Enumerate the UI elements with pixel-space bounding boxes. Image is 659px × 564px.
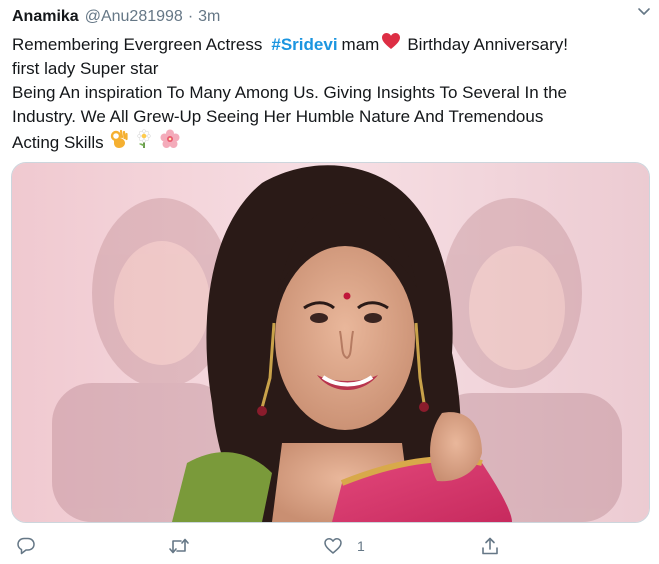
tweet-text: Remembering Evergreen Actress #Sridevi m… [12, 32, 642, 156]
like-count: 1 [357, 538, 365, 554]
text-line1-prefix: Remembering Evergreen Actress [12, 34, 263, 54]
tweet-photo[interactable] [11, 162, 650, 523]
daisy-emoji-icon [134, 129, 154, 156]
text-line-3: Being An inspiration To Many Among Us. G… [12, 83, 568, 102]
red-heart-emoji-icon [381, 32, 401, 57]
separator-dot: · [187, 8, 194, 25]
chevron-down-icon[interactable] [635, 2, 653, 20]
text-line-4: Industry. We All Grew-Up Seeing Her Humb… [12, 107, 544, 126]
like-button[interactable]: 1 [323, 534, 365, 558]
tweet-header: Anamika @Anu281998 · 3m [12, 6, 647, 28]
retweet-button[interactable] [168, 534, 190, 558]
tweet-actions: 1 [0, 532, 659, 562]
text-line-1: Remembering Evergreen Actress #Sridevi m… [12, 32, 642, 57]
author-name[interactable]: Anamika [12, 8, 79, 26]
cherry-blossom-emoji-icon [160, 129, 180, 156]
reply-button[interactable] [16, 534, 36, 558]
heart-icon [323, 536, 343, 556]
comment-icon [16, 536, 36, 556]
text-line5: Acting Skills [12, 132, 104, 152]
timestamp[interactable]: 3m [198, 8, 220, 26]
ok-hand-emoji-icon [110, 129, 128, 156]
retweet-icon [168, 536, 190, 556]
hashtag-link[interactable]: #Sridevi [271, 33, 337, 57]
portrait-image [12, 163, 649, 522]
text-line-2: first lady Super star [12, 59, 159, 78]
tweet[interactable]: Anamika @Anu281998 · 3m Remembering Ever… [0, 0, 659, 564]
share-button[interactable] [480, 534, 500, 558]
author-handle[interactable]: @Anu281998 [85, 8, 183, 26]
text-line-5: Acting Skills [12, 129, 642, 156]
share-icon [480, 536, 500, 556]
text-line1-suffix: Birthday Anniversary! [407, 34, 568, 54]
text-line1-mid: mam [341, 34, 380, 54]
